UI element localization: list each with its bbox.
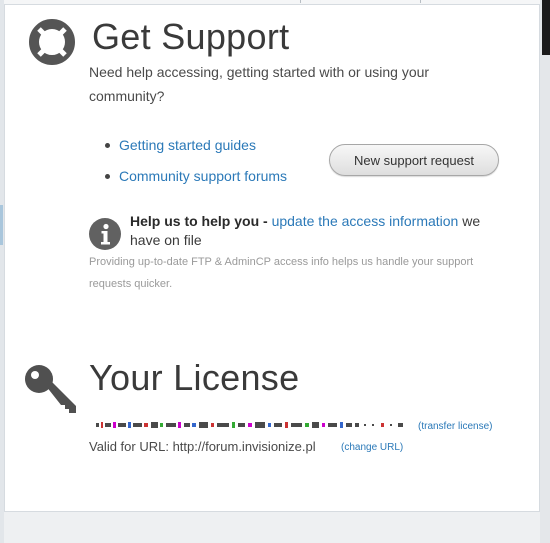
license-url: Valid for URL: http://forum.invisionize.… [89,439,316,454]
update-access-link[interactable]: update the access information [272,213,459,229]
license-title: Your License [89,357,300,398]
community-forums-link[interactable]: Community support forums [119,168,287,184]
getting-started-link[interactable]: Getting started guides [119,137,256,153]
edge-tick [420,0,421,3]
new-support-request-button[interactable]: New support request [329,144,499,176]
left-edge-marker [0,205,3,245]
key-icon [25,365,76,413]
edge-tick [300,0,301,3]
right-edge-dark [542,0,550,55]
info-icon [89,218,121,250]
redacted-license-key [96,422,403,428]
lifebuoy-icon [29,19,75,65]
support-links: Getting started guides Community support… [105,134,287,196]
transfer-license-link[interactable]: (transfer license) [418,421,492,432]
change-url-link[interactable]: (change URL) [341,442,403,453]
support-intro: Need help accessing, getting started wit… [89,64,430,104]
right-edge [540,0,550,543]
help-bold: Help us to help you - [130,213,268,229]
list-item: Getting started guides [105,134,287,165]
list-item: Community support forums [105,165,287,196]
help-message: Help us to help you - update the access … [130,212,510,250]
help-note: Providing up-to-date FTP & AdminCP acces… [89,256,474,290]
support-title: Get Support [92,16,290,57]
